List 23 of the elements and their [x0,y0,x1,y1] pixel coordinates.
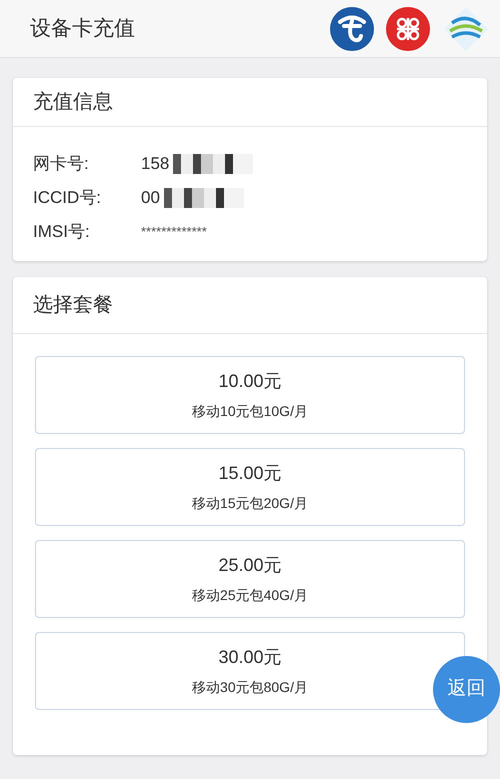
field-value: 158 [141,153,170,176]
field-label: IMSI号: [33,221,91,244]
plan-option[interactable]: 15.00元 移动15元包20G/月 [35,448,465,526]
field-value: ************* [141,223,207,242]
plan-price: 10.00元 [218,370,282,393]
field-value: 00 [141,187,160,210]
carrier-logo-icon[interactable] [386,6,430,50]
plan-option[interactable]: 10.00元 移动10元包10G/月 [35,356,465,434]
carrier-logo-icon[interactable] [442,4,490,52]
field-label: 网卡号: [33,153,90,176]
plan-name: 移动30元包80G/月 [192,678,308,697]
plan-name: 移动25元包40G/月 [192,586,308,605]
plan-price: 25.00元 [218,554,282,577]
card-title: 充值信息 [33,90,113,115]
card-title: 选择套餐 [33,293,113,318]
plan-price: 30.00元 [218,646,282,669]
carrier-logo-icon[interactable] [330,6,374,50]
plan-name: 移动15元包20G/月 [192,494,308,513]
page-title: 设备卡充值 [30,16,135,42]
plan-option[interactable]: 25.00元 移动25元包40G/月 [35,540,465,618]
field-label: ICCID号: [33,187,102,210]
plan-name: 移动10元包10G/月 [192,402,308,421]
plan-price: 15.00元 [218,462,282,485]
